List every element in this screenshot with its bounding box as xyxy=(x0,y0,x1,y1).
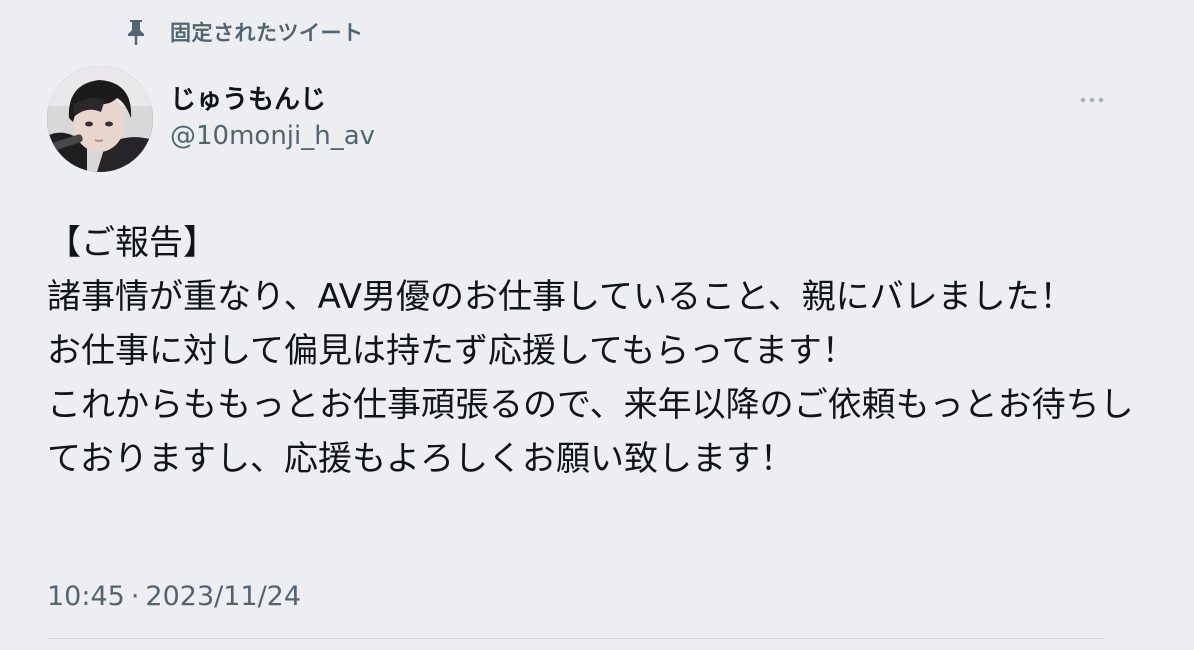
pin-icon xyxy=(124,17,148,47)
tweet-card: 固定されたツイート じゅうもんじ @10monji_h_av 【ご報告】 諸事情… xyxy=(0,0,1194,650)
pinned-label: 固定されたツイート xyxy=(170,21,364,45)
avatar[interactable] xyxy=(47,66,153,172)
tweet-text: 【ご報告】 諸事情が重なり、AV男優のお仕事していること、親にバレました！ お仕… xyxy=(47,223,1134,479)
tweet-meta: 10:45 · 2023/11/24 xyxy=(47,578,301,616)
author-handle[interactable]: @10monji_h_av xyxy=(170,119,375,153)
more-dots-icon xyxy=(1080,97,1104,103)
more-options-button[interactable] xyxy=(1074,88,1110,112)
meta-separator: · xyxy=(130,581,140,612)
tweet-time-link[interactable]: 10:45 xyxy=(47,578,125,616)
divider xyxy=(47,638,1105,639)
pinned-indicator: 固定されたツイート xyxy=(124,16,364,48)
author-display-name[interactable]: じゅうもんじ xyxy=(170,83,326,117)
tweet-date-link[interactable]: 2023/11/24 xyxy=(145,578,301,616)
